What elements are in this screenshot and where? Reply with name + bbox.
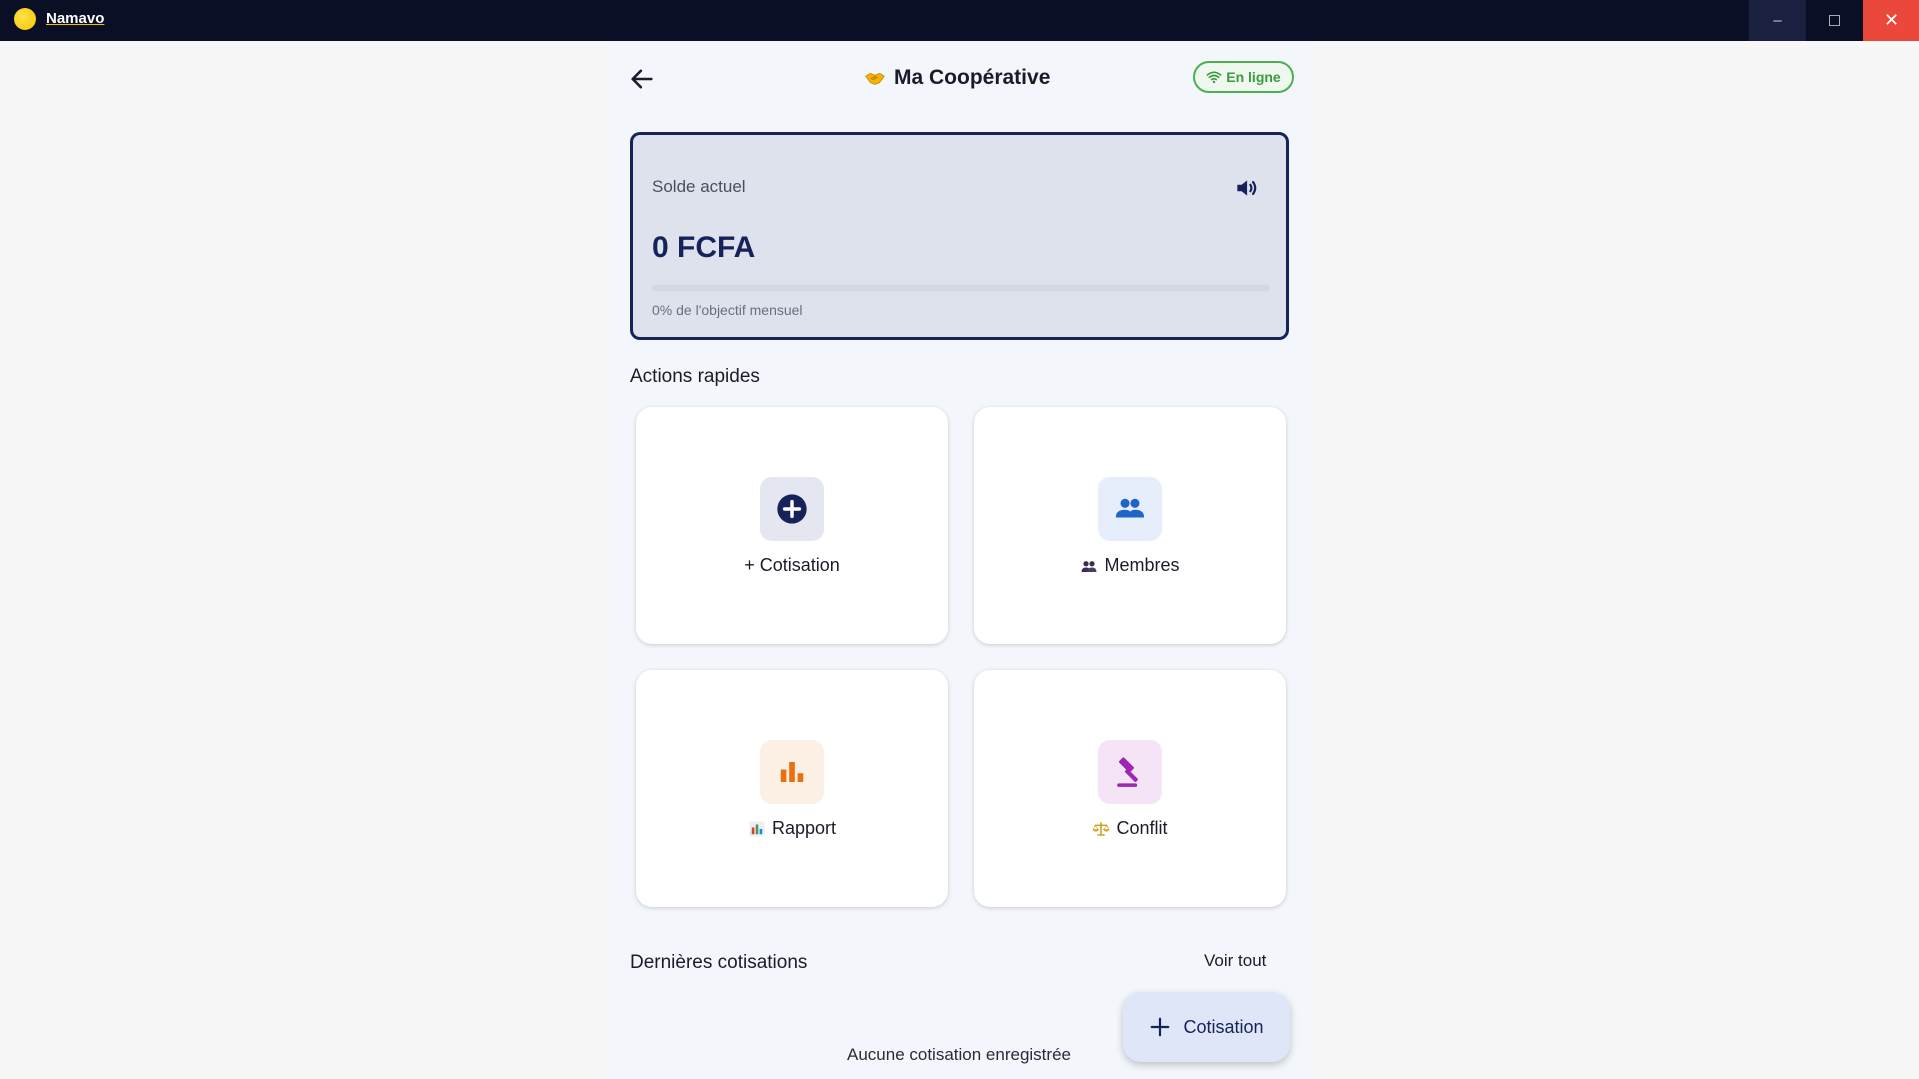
app-logo-icon: [14, 8, 36, 30]
title-bar: Namavo – ☐ ✕: [0, 0, 1919, 41]
plus-circle-icon: [777, 494, 807, 524]
recent-contributions-title: Dernières cotisations: [630, 952, 808, 973]
tile-label: Rapport: [636, 818, 948, 839]
handshake-icon: [865, 72, 885, 85]
monthly-goal-text: 0% de l'objectif mensuel: [652, 302, 803, 318]
tile-icon-box: [760, 477, 824, 541]
people-icon: [1115, 498, 1145, 518]
conflict-label: Conflit: [1116, 818, 1168, 838]
wifi-icon: [1206, 71, 1222, 84]
page-title: Ma Coopérative: [864, 66, 1050, 90]
report-label: Rapport: [771, 818, 837, 838]
add-contribution-fab[interactable]: Cotisation: [1123, 992, 1290, 1062]
tile-icon-box: [1098, 740, 1162, 804]
bar-chart-icon: [780, 762, 804, 782]
scales-emoji-icon: [1092, 821, 1111, 836]
conflict-tile[interactable]: Conflit: [974, 670, 1286, 907]
tile-icon-box: [1098, 477, 1162, 541]
balance-label: Solde actuel: [652, 177, 746, 196]
see-all-link[interactable]: Voir tout: [1204, 951, 1266, 971]
add-contribution-tile[interactable]: + Cotisation: [636, 407, 948, 644]
plus-icon: [1151, 1017, 1170, 1037]
tile-icon-box: [760, 740, 824, 804]
online-status-text: En ligne: [1226, 69, 1281, 85]
tile-label: Conflit: [974, 818, 1286, 839]
minimize-button[interactable]: –: [1749, 0, 1806, 41]
chart-emoji-icon: [749, 821, 765, 836]
quick-actions-title: Actions rapides: [630, 366, 760, 387]
members-tile[interactable]: Membres: [974, 407, 1286, 644]
maximize-button[interactable]: ☐: [1806, 0, 1863, 41]
online-status-badge: En ligne: [1193, 61, 1294, 93]
add-contribution-label: + Cotisation: [744, 555, 840, 575]
people-emoji-icon: [1081, 560, 1097, 572]
page-title-text: Ma Coopérative: [894, 66, 1051, 89]
speaker-icon: [1237, 180, 1257, 196]
app-title: Namavo: [46, 10, 105, 27]
balance-value: 0 FCFA: [652, 231, 756, 264]
gavel-icon: [1117, 757, 1138, 787]
balance-card: Solde actuel 0 FCFA 0% de l'objectif men…: [630, 132, 1289, 340]
monthly-goal-progress: [652, 285, 1270, 291]
report-tile[interactable]: Rapport: [636, 670, 948, 907]
fab-label: Cotisation: [1183, 1016, 1264, 1037]
close-button[interactable]: ✕: [1863, 0, 1919, 41]
arrow-left-icon: [631, 69, 653, 89]
tile-label: + Cotisation: [636, 555, 948, 576]
back-button[interactable]: [628, 65, 656, 93]
tile-label: Membres: [974, 555, 1286, 576]
main-panel: Ma Coopérative En ligne Solde actuel 0 F…: [606, 41, 1312, 1079]
speaker-button[interactable]: [1233, 175, 1259, 201]
members-label: Membres: [1104, 555, 1180, 575]
